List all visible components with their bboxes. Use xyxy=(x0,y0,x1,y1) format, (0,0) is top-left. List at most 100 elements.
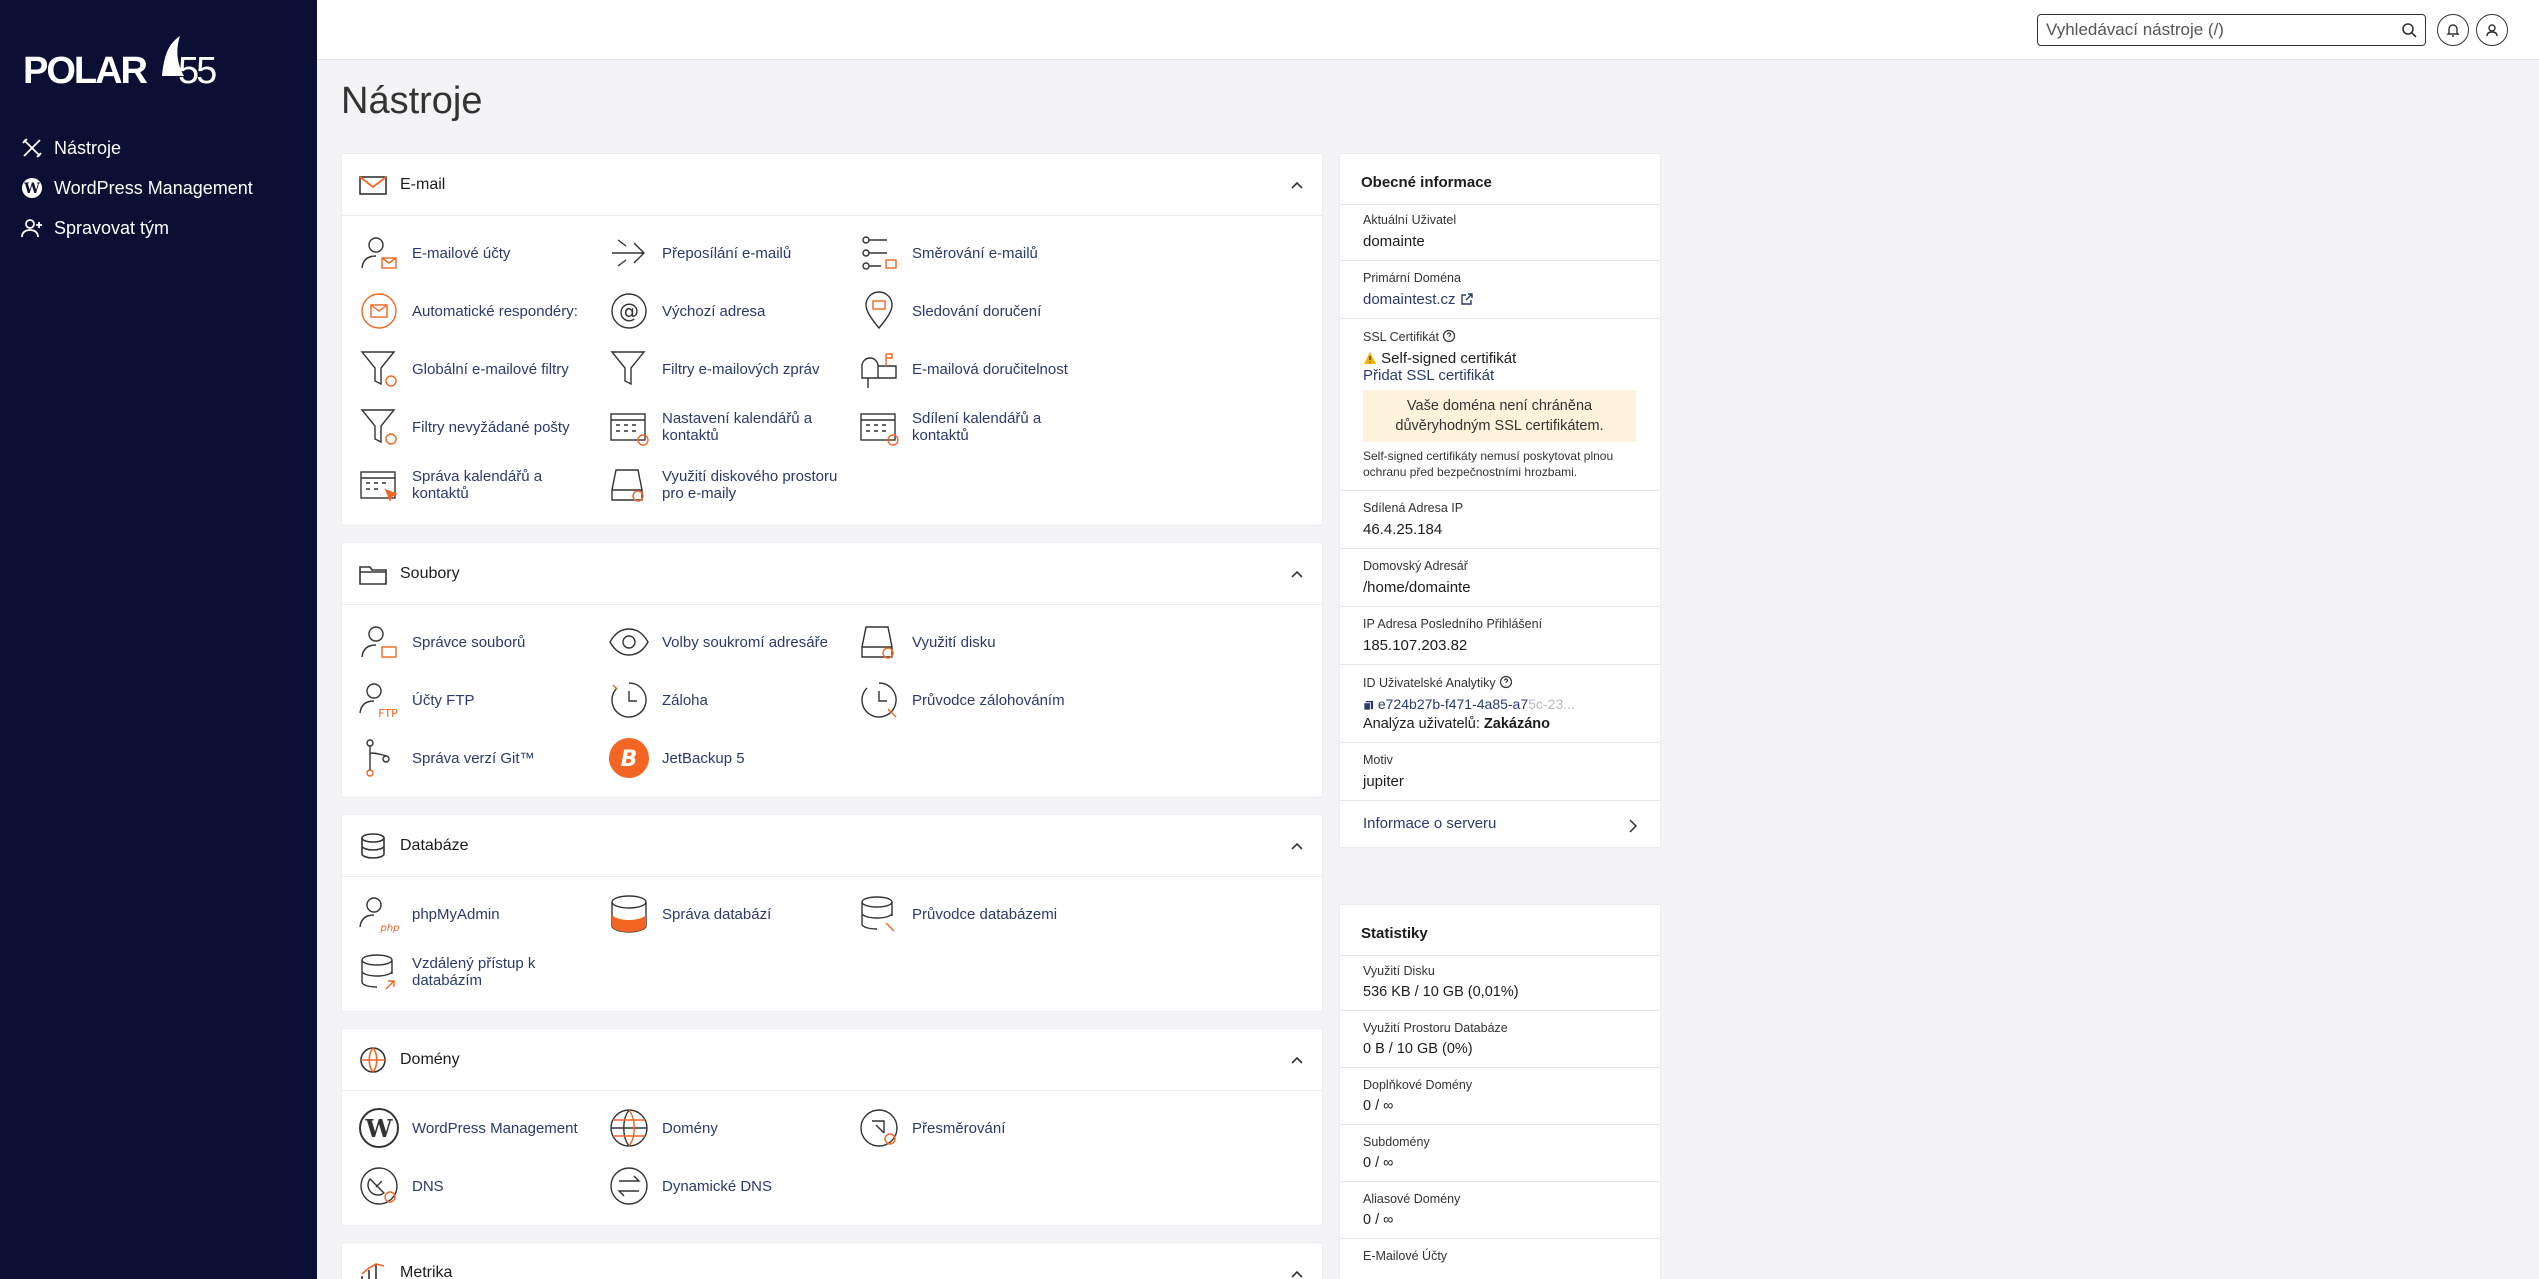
info-last-login-ip: IP Adresa Posledního Přihlášení 185.107.… xyxy=(1340,606,1660,664)
section-title: Databáze xyxy=(400,836,469,854)
stats-value: 0 / ∞ xyxy=(1363,1155,1394,1171)
sidebar-item-team[interactable]: Spravovat tým xyxy=(0,208,317,248)
info-label: Domovský Adresář xyxy=(1363,559,1468,573)
info-analytics: ID Uživatelské Analytiky e724b27b-f471-4… xyxy=(1340,664,1660,742)
tool-label: Filtry e-mailových zpráv xyxy=(662,360,820,378)
tool-git-version-control[interactable]: Správa verzí Git™ xyxy=(358,735,608,781)
info-value: jupiter xyxy=(1363,773,1404,790)
help-icon[interactable] xyxy=(1442,329,1456,343)
tool-global-filters[interactable]: Globální e-mailové filtry xyxy=(358,346,608,392)
tool-email-disk-usage[interactable]: Využití diskového prostoru pro e-maily xyxy=(608,462,858,508)
sidebar-item-wordpress[interactable]: W WordPress Management xyxy=(0,168,317,208)
server-info-link[interactable]: Informace o serveru xyxy=(1340,800,1660,847)
tool-database-wizard[interactable]: Průvodce databázemi xyxy=(858,891,1108,937)
section-header[interactable]: Metrika xyxy=(342,1243,1322,1279)
ssl-status: Self-signed certifikát xyxy=(1363,350,1660,367)
user-menu-button[interactable] xyxy=(2476,14,2508,46)
tool-label: Průvodce zálohováním xyxy=(912,691,1065,709)
info-label: Aktuální Uživatel xyxy=(1363,213,1457,227)
logo[interactable]: POLAR 55 xyxy=(23,36,223,96)
page-title: Nástroje xyxy=(341,80,483,122)
stats-row: Aliasové Domény 0 / ∞ xyxy=(1340,1181,1660,1238)
tool-label: Záloha xyxy=(662,691,708,709)
tool-label: Sdílení kalendářů a kontaktů xyxy=(912,410,1042,444)
tool-default-address[interactable]: @ Výchozí adresa xyxy=(608,288,858,334)
tool-disk-usage[interactable]: Využití disku xyxy=(858,619,1108,665)
tool-forwarders[interactable]: Přeposílání e-mailů xyxy=(608,230,858,276)
section-title: Domény xyxy=(400,1050,460,1068)
tool-calendar-sharing[interactable]: Sdílení kalendářů a kontaktů xyxy=(858,404,1108,450)
file-manager-icon xyxy=(361,626,397,658)
svg-text:W: W xyxy=(23,181,40,197)
tool-domains[interactable]: Domény xyxy=(608,1105,858,1151)
chevron-up-icon[interactable] xyxy=(1290,567,1304,581)
ssl-note: Self-signed certifikáty nemusí poskytova… xyxy=(1363,449,1614,479)
stats-label: Subdomény xyxy=(1363,1135,1430,1149)
tool-calendar-settings[interactable]: Nastavení kalendářů a kontaktů xyxy=(608,404,858,450)
calendar-gear-icon xyxy=(610,413,649,446)
tool-label: Domény xyxy=(662,1119,718,1137)
analytics-id-faded: 5c-23... xyxy=(1528,696,1575,712)
tool-phpmyadmin[interactable]: php phpMyAdmin xyxy=(358,891,608,937)
section-metrics: Metrika xyxy=(341,1242,1323,1279)
section-email: E-mail E-mailové účty Přeposílání e-mail… xyxy=(341,153,1323,526)
tool-deliverability[interactable]: E-mailová doručitelnost xyxy=(858,346,1108,392)
funnel-globe-icon xyxy=(360,351,397,387)
general-info-panel: Obecné informace Aktuální Uživatel domai… xyxy=(1339,153,1661,848)
autoresponder-icon xyxy=(361,293,397,329)
section-header[interactable]: Domény xyxy=(342,1029,1322,1091)
tool-backup-wizard[interactable]: Průvodce zálohováním xyxy=(858,677,1108,723)
tool-label: Účty FTP xyxy=(412,691,475,709)
tool-dynamic-dns[interactable]: Dynamické DNS xyxy=(608,1163,858,1209)
tool-email-routing[interactable]: Směrování e-mailů xyxy=(858,230,1108,276)
tool-calendar-management[interactable]: Správa kalendářů a kontaktů xyxy=(358,462,608,508)
section-header[interactable]: Soubory xyxy=(342,543,1322,605)
info-value: domainte xyxy=(1363,233,1425,250)
tool-email-accounts[interactable]: E-mailové účty xyxy=(358,230,608,276)
info-value: 46.4.25.184 xyxy=(1363,521,1443,538)
envelope-icon xyxy=(359,175,387,195)
link-text: domaintest.cz xyxy=(1363,291,1456,308)
search-input[interactable] xyxy=(2038,20,2378,40)
tool-spam-filters[interactable]: Filtry nevyžádané pošty xyxy=(358,404,608,450)
search-box[interactable] xyxy=(2037,14,2426,46)
notifications-button[interactable] xyxy=(2437,14,2469,46)
analytics-id[interactable]: e724b27b-f471-4a85-a75c-23... xyxy=(1363,696,1660,712)
tool-directory-privacy[interactable]: Volby soukromí adresáře xyxy=(608,619,858,665)
chevron-up-icon[interactable] xyxy=(1290,839,1304,853)
primary-domain-link[interactable]: domaintest.cz xyxy=(1363,291,1660,308)
section-header[interactable]: E-mail xyxy=(342,154,1322,216)
tool-wordpress-management[interactable]: W WordPress Management xyxy=(358,1105,608,1151)
tool-redirects[interactable]: Přesměrování xyxy=(858,1105,1108,1151)
tool-email-filters[interactable]: Filtry e-mailových zpráv xyxy=(608,346,858,392)
tool-backup[interactable]: Záloha xyxy=(608,677,858,723)
sidebar-item-tools[interactable]: Nástroje xyxy=(0,128,317,168)
tool-autoresponders[interactable]: Automatické respondéry: xyxy=(358,288,608,334)
tool-manage-databases[interactable]: Správa databází xyxy=(608,891,858,937)
analytics-state-value: Zakázáno xyxy=(1483,716,1550,732)
chevron-up-icon[interactable] xyxy=(1290,178,1304,192)
tool-track-delivery[interactable]: Sledování doručení xyxy=(858,288,1108,334)
tool-ftp-accounts[interactable]: FTP Účty FTP xyxy=(358,677,608,723)
section-databases: Databáze php phpMyAdmin Správa databází … xyxy=(341,814,1323,1012)
tool-label: Přeposílání e-mailů xyxy=(662,244,792,262)
funnel-icon xyxy=(610,351,646,386)
section-header[interactable]: Databáze xyxy=(342,815,1322,877)
tool-label: Sledování doručení xyxy=(912,302,1042,320)
chevron-up-icon[interactable] xyxy=(1290,1053,1304,1067)
help-icon[interactable] xyxy=(1499,675,1513,689)
search-icon[interactable] xyxy=(2401,22,2417,38)
tool-label: Automatické respondéry: xyxy=(412,302,578,320)
add-ssl-link[interactable]: Přidat SSL certifikát xyxy=(1363,367,1660,384)
tool-jetbackup[interactable]: B JetBackup 5 xyxy=(608,735,858,781)
tool-dns[interactable]: DNS xyxy=(358,1163,608,1209)
tool-remote-database-access[interactable]: Vzdálený přístup k databázím xyxy=(358,949,608,995)
tool-label: Výchozí adresa xyxy=(662,302,766,320)
database-icon xyxy=(361,832,385,859)
stats-value: 0 / ∞ xyxy=(1363,1098,1394,1114)
chevron-up-icon[interactable] xyxy=(1290,1267,1304,1279)
tool-file-manager[interactable]: Správce souborů xyxy=(358,619,608,665)
tool-label: Volby soukromí adresáře xyxy=(662,633,828,651)
eye-icon xyxy=(609,628,649,656)
copy-icon[interactable] xyxy=(1363,700,1374,711)
